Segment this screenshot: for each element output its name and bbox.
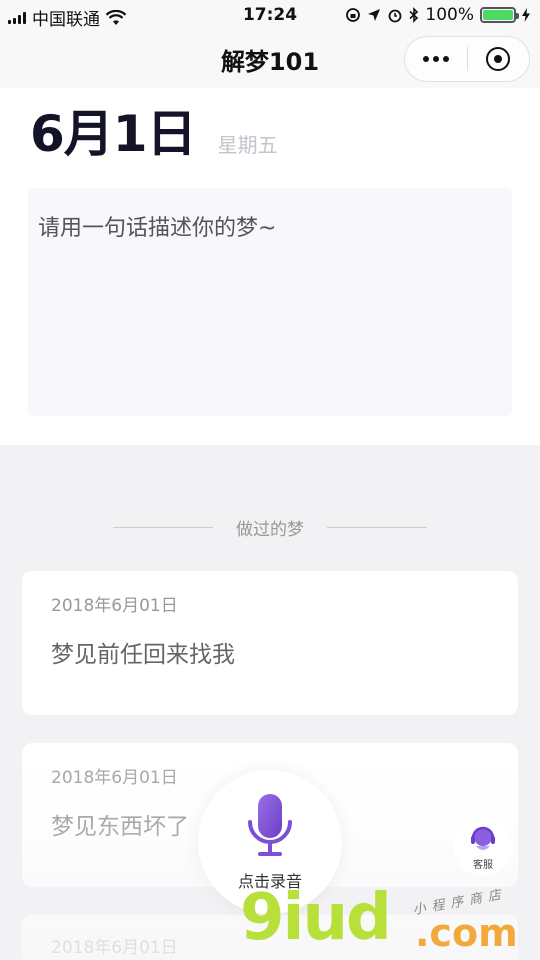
battery-icon xyxy=(480,7,519,23)
history-divider: 做过的梦 xyxy=(0,512,540,542)
watermark-domain: .com xyxy=(415,911,518,955)
divider-line-right xyxy=(327,527,427,528)
customer-service-button[interactable]: 客服 xyxy=(454,818,512,876)
alarm-icon xyxy=(388,9,402,23)
nav-bar: 解梦101 xyxy=(0,30,540,88)
miniprogram-capsule xyxy=(404,36,530,82)
today-weekday: 星期五 xyxy=(217,133,278,157)
customer-service-label: 客服 xyxy=(473,860,493,871)
charging-icon xyxy=(522,8,530,22)
dream-card-date: 2018年6月01日 xyxy=(51,596,178,616)
watermark-brand: 9iud xyxy=(240,881,392,955)
status-bar: 中国联通 17:24 100% xyxy=(0,0,540,30)
headset-icon xyxy=(471,826,495,850)
site-watermark: 9iud 小程序商店 .com xyxy=(240,881,540,960)
date-header: 6月1日 星期五 xyxy=(30,104,278,164)
bluetooth-icon xyxy=(409,7,419,23)
more-button[interactable] xyxy=(405,37,467,81)
battery-percent: 100% xyxy=(425,5,474,25)
today-date: 6月1日 xyxy=(30,105,197,163)
dream-card-date: 2018年6月01日 xyxy=(51,938,178,958)
dream-card-text: 梦见前任回来找我 xyxy=(51,642,235,668)
rotation-lock-icon xyxy=(346,8,361,22)
dream-input[interactable]: 请用一句话描述你的梦~ xyxy=(28,188,512,416)
history-title: 做过的梦 xyxy=(236,520,304,540)
today-section: 6月1日 星期五 请用一句话描述你的梦~ xyxy=(0,88,540,445)
close-target-icon xyxy=(486,47,511,71)
location-icon xyxy=(368,9,381,21)
dream-card-text: 梦见东西坏了 xyxy=(51,814,189,840)
status-right: 100% xyxy=(345,5,530,25)
more-dots-icon xyxy=(422,56,429,62)
dream-input-placeholder: 请用一句话描述你的梦~ xyxy=(38,216,277,241)
microphone-icon xyxy=(248,794,292,856)
close-button[interactable] xyxy=(467,37,529,81)
dream-card[interactable]: 2018年6月01日 梦见前任回来找我 xyxy=(22,571,518,715)
dream-card-date: 2018年6月01日 xyxy=(51,768,178,788)
